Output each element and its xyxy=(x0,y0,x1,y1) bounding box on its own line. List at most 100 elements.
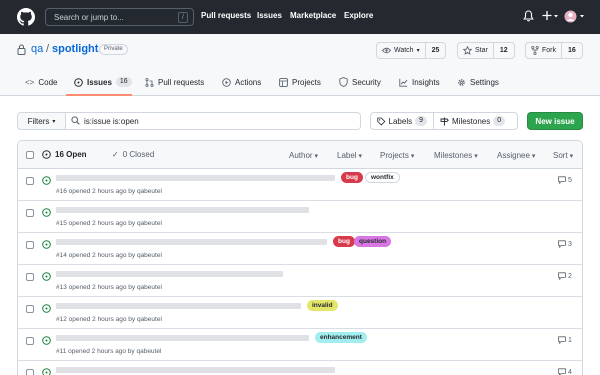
issue-label[interactable]: invalid xyxy=(307,300,338,311)
table-icon xyxy=(279,77,288,87)
issue-open-status-icon xyxy=(42,336,51,345)
tab-code[interactable]: <> Code xyxy=(25,76,57,88)
issue-label[interactable]: question xyxy=(354,236,392,247)
tab-projects[interactable]: Projects xyxy=(279,76,321,88)
issue-row[interactable]: enhancement #11 opened 2 hours ago by qa… xyxy=(18,329,582,361)
star-button[interactable]: Star 12 xyxy=(457,42,515,59)
issue-label[interactable]: wontfix xyxy=(365,172,400,183)
issue-row[interactable]: bug question #14 opened 2 hours ago by q… xyxy=(18,233,582,265)
tab-pull-requests-label: Pull requests xyxy=(158,77,205,87)
select-all-checkbox[interactable] xyxy=(26,151,34,159)
repo-owner-link[interactable]: qa xyxy=(31,43,43,55)
star-count[interactable]: 12 xyxy=(492,43,514,58)
tab-issues-count: 16 xyxy=(115,77,132,87)
github-logo-icon[interactable] xyxy=(17,8,35,26)
comment-count[interactable]: 3 xyxy=(558,240,572,248)
sort-dropdown[interactable]: Sort xyxy=(553,151,573,160)
watch-count[interactable]: 25 xyxy=(424,43,446,58)
issue-checkbox[interactable] xyxy=(26,337,34,345)
bell-icon[interactable] xyxy=(523,10,534,22)
tab-actions[interactable]: Actions xyxy=(222,76,261,88)
nav-issues[interactable]: Issues xyxy=(257,11,282,20)
assignee-filter-dropdown[interactable]: Assignee xyxy=(497,151,535,160)
issue-meta: #16 opened 2 hours ago by qabeutel xyxy=(56,188,162,195)
tab-security[interactable]: Security xyxy=(339,76,381,88)
comment-count[interactable]: 5 xyxy=(558,176,572,184)
tab-insights[interactable]: Insights xyxy=(399,76,440,88)
chevron-down-icon: ▾ xyxy=(52,118,56,125)
comment-count[interactable]: 1 xyxy=(558,336,572,344)
issue-title-redacted[interactable] xyxy=(56,239,327,245)
search-icon xyxy=(71,116,80,125)
nav-pull-requests[interactable]: Pull requests xyxy=(201,11,251,20)
issue-opened-icon xyxy=(42,150,51,159)
fork-count[interactable]: 16 xyxy=(561,43,582,58)
comment-count-value: 2 xyxy=(568,272,572,280)
tag-icon xyxy=(377,117,386,126)
star-icon xyxy=(463,46,472,55)
fork-button[interactable]: Fork 16 xyxy=(525,42,583,59)
repo-name-link[interactable]: spotlight xyxy=(52,43,98,55)
issue-title-redacted[interactable] xyxy=(56,335,309,341)
tab-settings[interactable]: Settings xyxy=(457,76,499,88)
issue-row[interactable]: 4 xyxy=(18,361,582,375)
comment-count[interactable]: 2 xyxy=(558,272,572,280)
issues-list: 16 Open ✓ 0 Closed Author Label Projects… xyxy=(17,140,583,375)
plus-dropdown-icon[interactable] xyxy=(542,10,560,22)
gear-icon xyxy=(458,78,465,86)
issue-meta: #14 opened 2 hours ago by qabeutel xyxy=(56,252,162,259)
issue-label[interactable]: enhancement xyxy=(315,332,367,343)
issue-open-status-icon xyxy=(42,208,51,217)
tab-issues[interactable]: Issues 16 xyxy=(74,76,132,88)
open-issues-toggle[interactable]: 16 Open xyxy=(42,150,87,159)
author-filter-dropdown[interactable]: Author xyxy=(289,151,318,160)
issue-title-redacted[interactable] xyxy=(56,271,283,277)
issue-title-redacted[interactable] xyxy=(56,303,301,309)
watch-button[interactable]: Watch ▾ 25 xyxy=(376,42,447,59)
comment-count-value: 1 xyxy=(568,336,572,344)
issue-open-status-icon xyxy=(42,176,51,185)
nav-explore[interactable]: Explore xyxy=(344,11,373,20)
code-icon: <> xyxy=(25,77,35,87)
labels-button[interactable]: Labels 9 xyxy=(371,113,433,129)
issue-row[interactable]: invalid #12 opened 2 hours ago by qabeut… xyxy=(18,297,582,329)
search-shortcut-hint: / xyxy=(178,12,188,23)
labels-milestones-group: Labels 9 Milestones 0 xyxy=(370,112,518,130)
issue-title-redacted[interactable] xyxy=(56,207,309,213)
issue-meta: #13 opened 2 hours ago by qabeutel xyxy=(56,284,162,291)
user-avatar-icon[interactable] xyxy=(564,10,586,23)
issue-row[interactable]: #13 opened 2 hours ago by qabeutel 2 xyxy=(18,265,582,297)
shield-icon xyxy=(339,77,348,87)
issue-checkbox[interactable] xyxy=(26,273,34,281)
play-icon xyxy=(222,77,231,87)
search-input[interactable]: Search or jump to... / xyxy=(45,8,194,26)
filters-button[interactable]: Filters ▾ xyxy=(18,113,66,129)
nav-marketplace[interactable]: Marketplace xyxy=(290,11,336,20)
issue-meta: #15 opened 2 hours ago by qabeutel xyxy=(56,220,162,227)
issue-title-redacted[interactable] xyxy=(56,175,335,181)
issue-checkbox[interactable] xyxy=(26,241,34,249)
issue-label[interactable]: bug xyxy=(333,236,355,247)
issue-row[interactable]: bug wontfix #16 opened 2 hours ago by qa… xyxy=(18,169,582,201)
issue-checkbox[interactable] xyxy=(26,177,34,185)
new-issue-button[interactable]: New issue xyxy=(527,112,583,130)
issue-open-status-icon xyxy=(42,272,51,281)
tab-pull-requests[interactable]: Pull requests xyxy=(145,76,204,88)
milestones-filter-dropdown[interactable]: Milestones xyxy=(434,151,478,160)
issue-checkbox[interactable] xyxy=(26,209,34,217)
label-filter-dropdown[interactable]: Label xyxy=(337,151,362,160)
comment-count[interactable]: 4 xyxy=(558,368,572,375)
pull-request-icon xyxy=(145,77,154,87)
tab-code-label: Code xyxy=(38,77,58,87)
issue-label[interactable]: bug xyxy=(341,172,363,183)
issue-search-input[interactable]: is:issue is:open xyxy=(66,113,360,129)
projects-filter-dropdown[interactable]: Projects xyxy=(380,151,414,160)
star-label: Star xyxy=(475,47,488,54)
closed-issues-toggle[interactable]: ✓ 0 Closed xyxy=(112,150,154,159)
issue-title-redacted[interactable] xyxy=(56,367,335,373)
milestones-button[interactable]: Milestones 0 xyxy=(433,113,511,129)
issue-checkbox[interactable] xyxy=(26,369,34,375)
issue-checkbox[interactable] xyxy=(26,305,34,313)
issue-filter-bar: Filters ▾ is:issue is:open xyxy=(17,112,361,130)
issue-row[interactable]: #15 opened 2 hours ago by qabeutel xyxy=(18,201,582,233)
